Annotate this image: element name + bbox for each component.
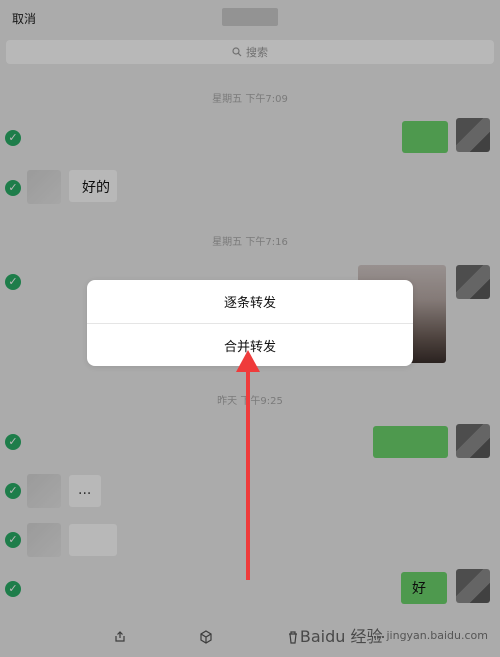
forward-one-by-one-button[interactable]: 逐条转发 — [87, 280, 413, 323]
red-arrow-annotation — [236, 350, 260, 580]
